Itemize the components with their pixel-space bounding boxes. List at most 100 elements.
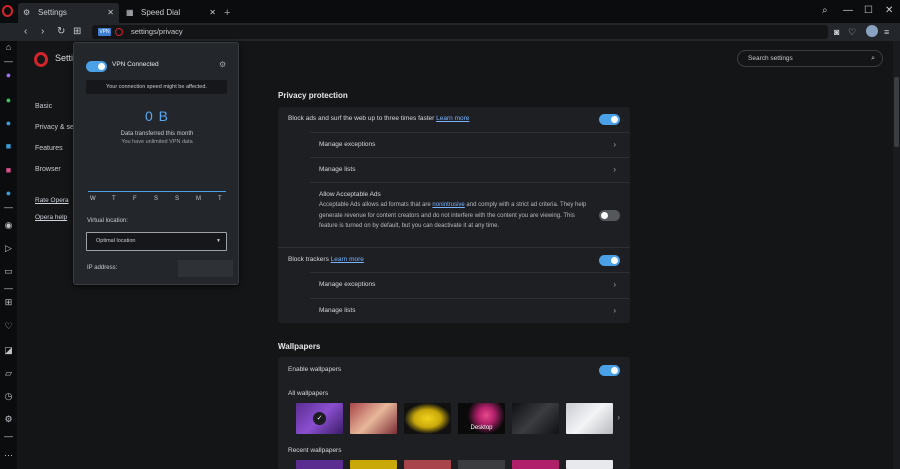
wallpaper-thumb[interactable]: Desktop [458, 403, 505, 434]
bookmarks-icon[interactable]: ♡ [0, 320, 17, 332]
wallpaper-thumb[interactable] [404, 403, 451, 434]
whatsapp-icon[interactable]: ● [0, 94, 17, 106]
wallet-icon[interactable]: ▭ [0, 265, 17, 277]
instagram-icon[interactable]: ■ [0, 164, 17, 176]
messenger-icon[interactable]: ● [0, 69, 17, 81]
close-window-button[interactable]: ✕ [885, 4, 893, 18]
vpn-badge[interactable]: VPN [98, 28, 111, 36]
gear-icon[interactable]: ⚙ [219, 60, 226, 69]
forward-button[interactable]: › [41, 24, 44, 40]
address-url[interactable]: settings/privacy [131, 25, 183, 39]
manage-exceptions-label: Manage exceptions [319, 281, 376, 288]
player-icon[interactable]: ◉ [0, 219, 17, 231]
scrollbar[interactable] [893, 41, 900, 469]
divider: — [4, 431, 13, 441]
chevron-right-icon: › [613, 280, 616, 289]
recent-wallpaper-thumb[interactable] [566, 460, 613, 469]
tabs-icon[interactable]: ▱ [0, 367, 17, 379]
wallpaper-thumb[interactable]: ✓ [296, 403, 343, 434]
vpn-data-transferred: Data transferred this month [120, 131, 194, 137]
wallpaper-thumb[interactable] [350, 403, 397, 434]
day-label: F [133, 196, 137, 202]
nav-item-privacy[interactable]: Privacy & se [35, 124, 74, 131]
recent-wallpapers-label: Recent wallpapers [288, 447, 342, 454]
learn-more-link[interactable]: Learn more [436, 115, 469, 122]
block-ads-toggle[interactable] [599, 114, 620, 125]
recent-wallpaper-thumb[interactable] [350, 460, 397, 469]
settings-icon[interactable]: ⚙ [0, 413, 17, 425]
wallpaper-thumb[interactable] [566, 403, 613, 434]
nav-item-browser[interactable]: Browser [35, 166, 61, 173]
nonintrusive-link[interactable]: nonintrusive [432, 202, 464, 208]
heart-icon[interactable]: ♡ [848, 26, 856, 38]
recent-wallpaper-thumb[interactable] [458, 460, 505, 469]
learn-more-link[interactable]: Learn more [331, 256, 364, 263]
recent-wallpaper-thumb[interactable] [512, 460, 559, 469]
grid-icon: ▦ [126, 8, 134, 17]
tracker-lists-row[interactable]: Manage lists › [310, 298, 630, 323]
chevron-right-icon[interactable]: › [617, 413, 620, 422]
recent-wallpaper-thumb[interactable] [296, 460, 343, 469]
new-tab-button[interactable]: + [224, 3, 230, 23]
vpn-toggle[interactable] [86, 61, 107, 72]
nav-item-features[interactable]: Features [35, 145, 63, 152]
wallpapers-card: Enable wallpapers All wallpapers ✓ Deskt… [278, 357, 630, 469]
block-ads-label: Block ads and surf the web up to three t… [288, 115, 469, 122]
acceptable-ads-toggle[interactable] [599, 210, 620, 221]
vpn-usage-graph [88, 191, 226, 192]
divider: — [4, 283, 13, 293]
tracker-exceptions-row[interactable]: Manage exceptions › [310, 272, 630, 298]
navigation-bar: ‹ › ↻ ⊞ VPN settings/privacy ◙ ♡ ≡ [0, 23, 900, 41]
personal-news-icon[interactable]: ◪ [0, 344, 17, 356]
block-trackers-text: Block trackers [288, 256, 329, 263]
scrollbar-thumb[interactable] [894, 77, 899, 147]
virtual-location-select[interactable]: Optimal location ▼ [86, 232, 227, 251]
avatar[interactable] [866, 25, 878, 37]
close-tab-icon[interactable]: ✕ [209, 3, 216, 23]
recent-wallpaper-thumb[interactable] [404, 460, 451, 469]
send-icon[interactable]: ▷ [0, 242, 17, 254]
address-bar[interactable]: VPN settings/privacy [92, 25, 828, 39]
search-tabs-icon[interactable]: ⌕ [822, 4, 828, 18]
history-icon[interactable]: ◷ [0, 390, 17, 402]
nav-item-basic[interactable]: Basic [35, 103, 52, 110]
block-trackers-toggle[interactable] [599, 255, 620, 266]
day-label: T [112, 196, 116, 202]
privacy-section-title: Privacy protection [278, 91, 348, 100]
telegram-icon[interactable]: ● [0, 117, 17, 129]
manage-exceptions-label: Manage exceptions [319, 141, 376, 148]
manage-lists-label: Manage lists [319, 307, 356, 314]
manage-exceptions-row[interactable]: Manage exceptions › [310, 132, 630, 157]
opera-help-link[interactable]: Opera help [35, 214, 67, 221]
minimize-button[interactable]: — [843, 4, 853, 18]
tab-speed-dial[interactable]: ▦ Speed Dial ✕ [121, 3, 221, 23]
reload-button[interactable]: ↻ [57, 24, 65, 40]
home-icon[interactable]: ⌂ [0, 41, 17, 53]
manage-lists-row[interactable]: Manage lists › [310, 157, 630, 182]
more-icon[interactable]: ⋯ [0, 449, 17, 461]
day-label: W [90, 196, 96, 202]
opera-menu-icon[interactable] [2, 5, 13, 17]
tabs-overview-icon[interactable]: ⊞ [73, 24, 81, 40]
title-bar: ⚙ Settings ✕ ▦ Speed Dial ✕ + ⌕ — ☐ ✕ [0, 0, 900, 23]
back-button[interactable]: ‹ [24, 24, 27, 40]
check-icon: ✓ [313, 412, 326, 425]
rate-opera-link[interactable]: Rate Opera [35, 197, 69, 204]
toggle-knob [601, 212, 608, 219]
search-input[interactable]: Search settings ⌕ [737, 50, 883, 67]
maximize-button[interactable]: ☐ [864, 4, 873, 18]
speed-dial-icon[interactable]: ⊞ [0, 296, 17, 308]
wallpaper-thumb[interactable] [512, 403, 559, 434]
vk-icon[interactable]: ■ [0, 140, 17, 152]
menu-icon[interactable]: ≡ [884, 26, 889, 38]
tab-settings[interactable]: ⚙ Settings ✕ [18, 3, 119, 23]
desc-text: Acceptable Ads allows ad formats that ar… [319, 202, 433, 208]
enable-wallpapers-toggle[interactable] [599, 365, 620, 376]
toggle-knob [611, 116, 618, 123]
close-tab-icon[interactable]: ✕ [107, 3, 114, 23]
camera-icon[interactable]: ◙ [834, 26, 839, 38]
tab-label: Settings [38, 8, 67, 17]
twitter-icon[interactable]: ● [0, 187, 17, 199]
day-label: T [218, 196, 222, 202]
tab-label: Speed Dial [141, 8, 181, 17]
